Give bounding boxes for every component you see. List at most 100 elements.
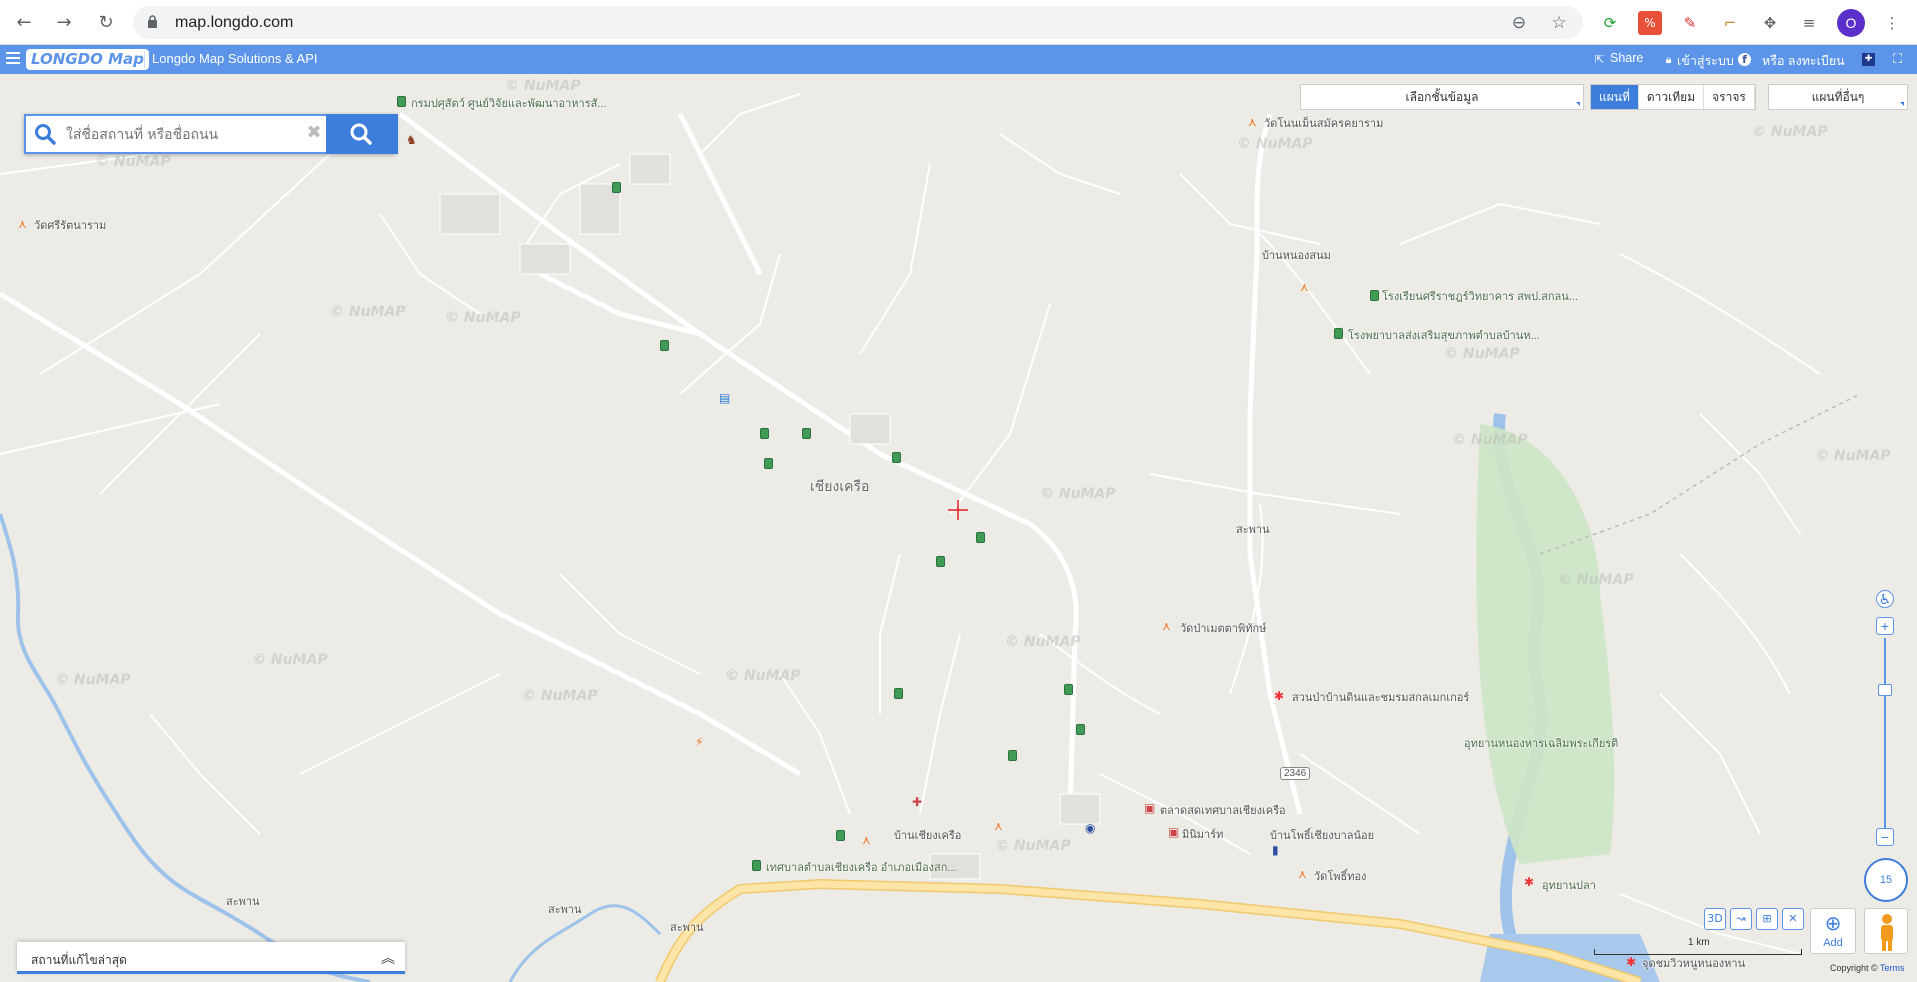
- place-label[interactable]: สวนป่าบ้านดินและชมรมสกลเมกเกอร์: [1292, 688, 1469, 706]
- place-label[interactable]: บ้านโพธิ์เชียงบาลน้อย: [1270, 826, 1374, 844]
- fuel-icon[interactable]: ▮: [1272, 844, 1279, 856]
- poi-marker[interactable]: [836, 830, 845, 841]
- tab-map[interactable]: แผนที่: [1591, 85, 1639, 109]
- zoom-slider-track[interactable]: [1884, 638, 1886, 834]
- place-label[interactable]: โรงพยาบาลส่งเสริมสุขภาพตำบลบ้านห...: [1348, 326, 1540, 344]
- poi-marker[interactable]: [1008, 750, 1017, 761]
- url-text[interactable]: map.longdo.com: [175, 14, 293, 32]
- bus-stop-icon[interactable]: ▤: [719, 392, 730, 404]
- convenience-store-icon[interactable]: [612, 182, 621, 193]
- place-label[interactable]: วัดโนนเม็นสมัครคยาราม: [1264, 114, 1383, 132]
- garden-icon[interactable]: ✱: [1274, 690, 1284, 702]
- place-label[interactable]: สะพาน: [548, 900, 582, 918]
- poi-marker[interactable]: [892, 452, 901, 463]
- place-label[interactable]: เชียงเครือ: [810, 476, 869, 498]
- search-input[interactable]: [66, 122, 306, 148]
- place-label[interactable]: ตลาดสดเทศบาลเชียงเครือ: [1160, 801, 1286, 819]
- place-label[interactable]: วัดป่าเมตตาพิทักษ์: [1180, 619, 1266, 637]
- temple-icon[interactable]: ⋏: [1300, 281, 1309, 293]
- poi-marker[interactable]: [1064, 684, 1073, 695]
- livestock-icon[interactable]: ♞: [406, 134, 417, 146]
- extensions-puzzle-icon[interactable]: ✥: [1758, 11, 1782, 35]
- poi-marker[interactable]: [660, 340, 669, 351]
- zoom-out-icon[interactable]: ⊖: [1509, 13, 1529, 33]
- tab-traffic[interactable]: จราจร: [1704, 85, 1755, 109]
- viewpoint-icon[interactable]: ✱: [1626, 956, 1636, 968]
- map-canvas[interactable]: © NuMAP © NuMAP © NuMAP © NuMAP © NuMAP …: [0, 74, 1917, 982]
- lightning-icon[interactable]: ⚡: [695, 736, 703, 748]
- fullscreen-icon[interactable]: ⛶: [1891, 53, 1904, 66]
- poi-marker[interactable]: [1334, 328, 1343, 339]
- bookmark-star-icon[interactable]: ☆: [1549, 13, 1569, 33]
- layer-dropdown[interactable]: เลือกชั้นข้อมูล: [1300, 84, 1584, 110]
- route-icon[interactable]: ↝: [1730, 908, 1752, 930]
- place-label[interactable]: อุทยานปลา: [1542, 876, 1596, 894]
- clear-tools-icon[interactable]: ✕: [1782, 908, 1804, 930]
- zoom-out-button[interactable]: −: [1876, 828, 1894, 846]
- login-link[interactable]: เข้าสู่ระบบ: [1677, 51, 1734, 71]
- poi-marker[interactable]: [760, 428, 769, 439]
- clear-icon[interactable]: ✖: [304, 123, 324, 143]
- address-bar[interactable]: map.longdo.com ⊖ ☆: [133, 6, 1583, 39]
- media-list-icon[interactable]: ≡: [1797, 11, 1821, 35]
- poi-marker[interactable]: [976, 532, 985, 543]
- uk-flag-icon[interactable]: ✚: [1862, 53, 1875, 66]
- street-view-pegman[interactable]: [1864, 908, 1908, 954]
- place-label[interactable]: กรมปศุสัตว์ ศูนย์วิจัยและพัฒนาอาหารสั...: [411, 94, 607, 112]
- poi-marker[interactable]: [936, 556, 945, 567]
- place-label[interactable]: สะพาน: [1236, 520, 1270, 538]
- hamburger-menu-icon[interactable]: [6, 52, 20, 64]
- place-label[interactable]: วัดศรีรัตนาราม: [34, 216, 106, 234]
- poi-marker[interactable]: [894, 688, 903, 699]
- app-title-link[interactable]: Longdo Map Solutions & API: [152, 51, 318, 66]
- zoom-slider-handle[interactable]: [1878, 684, 1892, 696]
- zoom-dial[interactable]: 15: [1864, 858, 1908, 902]
- poi-marker[interactable]: [764, 458, 773, 469]
- longdo-logo[interactable]: LONGDO Map: [26, 49, 149, 70]
- place-label[interactable]: มินิมาร์ท: [1182, 825, 1223, 843]
- poi-marker[interactable]: [397, 96, 406, 107]
- place-label[interactable]: อุทยานหนองหารเฉลิมพระเกียรติ: [1464, 734, 1618, 752]
- place-label[interactable]: สะพาน: [226, 892, 260, 910]
- place-label[interactable]: บ้านหนองสนม: [1262, 246, 1331, 264]
- 3d-button[interactable]: 3D: [1704, 908, 1726, 930]
- register-link[interactable]: หรือ ลงทะเบียน: [1762, 51, 1845, 71]
- accessibility-icon[interactable]: ♿︎: [1876, 590, 1894, 608]
- place-label[interactable]: โรงเรียนศรีราชฎร์วิทยาคาร สพป.สกลน...: [1382, 287, 1578, 305]
- temple-icon[interactable]: ⋏: [862, 834, 871, 846]
- zoom-in-button[interactable]: +: [1876, 617, 1894, 635]
- place-label[interactable]: วัดโพธิ์ทอง: [1314, 867, 1366, 885]
- market-icon[interactable]: ▣: [1144, 802, 1155, 814]
- tab-satellite[interactable]: ดาวเทียม: [1639, 85, 1705, 109]
- place-label[interactable]: สะพาน: [670, 918, 704, 936]
- poi-marker[interactable]: [1370, 290, 1379, 301]
- extension-ruler-icon[interactable]: ⌐: [1718, 11, 1742, 35]
- other-maps-dropdown[interactable]: แผนที่อื่นๆ: [1768, 84, 1908, 110]
- temple-icon[interactable]: ⋏: [1298, 868, 1307, 880]
- chevron-up-icon[interactable]: ︽: [381, 948, 395, 968]
- back-arrow-icon[interactable]: ←: [12, 11, 36, 35]
- browser-menu-icon[interactable]: ⋮: [1880, 11, 1904, 35]
- temple-icon[interactable]: ⋏: [1162, 620, 1171, 632]
- reload-icon[interactable]: ↻: [94, 11, 118, 35]
- route-shield[interactable]: 2346: [1280, 767, 1311, 780]
- forward-arrow-icon[interactable]: →: [52, 11, 76, 35]
- place-label[interactable]: เทศบาลตำบลเชียงเครือ อำเภอเมืองสก...: [766, 858, 957, 876]
- poi-marker[interactable]: [1076, 724, 1085, 735]
- shop-icon[interactable]: ▣: [1168, 826, 1179, 838]
- place-label[interactable]: บ้านเชียงเครือ: [894, 826, 961, 844]
- park-icon[interactable]: ✱: [1524, 876, 1534, 888]
- hospital-icon[interactable]: ✚: [912, 796, 922, 808]
- gas-station-icon[interactable]: ◉: [1085, 822, 1095, 834]
- recent-places-panel[interactable]: สถานที่แก้ไขล่าสุด ︽: [17, 942, 405, 974]
- poi-marker[interactable]: [752, 860, 761, 871]
- share-link[interactable]: Share: [1610, 51, 1643, 65]
- measure-icon[interactable]: ⊞: [1756, 908, 1778, 930]
- extension-color-icon[interactable]: ✎: [1678, 11, 1702, 35]
- facebook-icon[interactable]: f: [1738, 53, 1751, 66]
- temple-icon[interactable]: ⋏: [18, 218, 27, 230]
- terms-link[interactable]: Terms: [1880, 963, 1905, 973]
- share-icon[interactable]: ⇱: [1593, 53, 1606, 66]
- temple-icon[interactable]: ⋏: [994, 820, 1003, 832]
- extension-sync-icon[interactable]: ⟳: [1598, 11, 1622, 35]
